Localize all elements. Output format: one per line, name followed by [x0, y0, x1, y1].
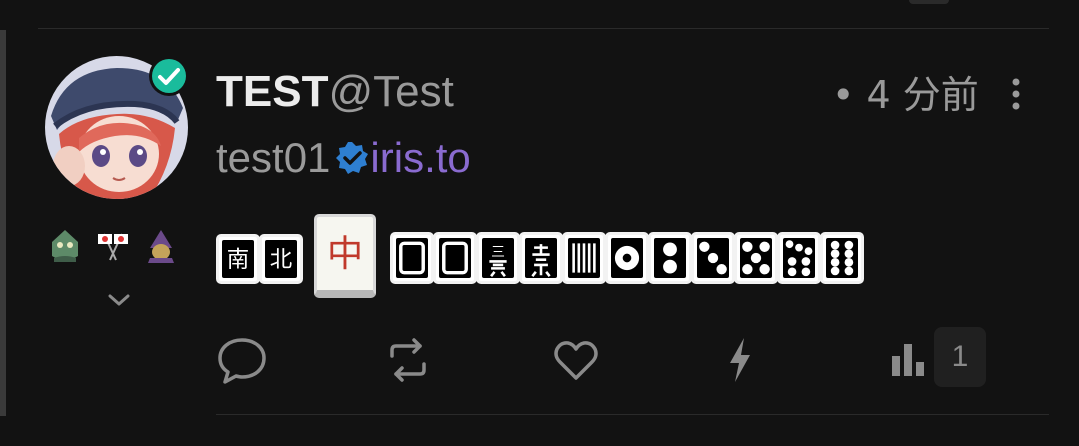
lightning-icon[interactable] [712, 332, 768, 388]
mahjong-north-tile: 北 [259, 234, 303, 284]
repost-icon[interactable] [380, 332, 436, 388]
previous-item-edge [909, 0, 949, 4]
crossed-flags-icon[interactable] [96, 228, 130, 264]
nip05-user: test01 [216, 134, 331, 181]
mahjong-bamboo-tile [562, 232, 606, 284]
wizard-badge-icon[interactable] [144, 228, 178, 264]
mahjong-character-tile: 三 [476, 232, 520, 284]
mahjong-white-dragon-tile [433, 232, 477, 284]
mahjong-dots-tile [691, 232, 735, 284]
svg-text:南: 南 [227, 247, 249, 273]
mahjong-character-tile [519, 232, 563, 284]
mahjong-white-dragon-tile [390, 232, 434, 284]
mahjong-dots-tile [734, 232, 778, 284]
top-divider [38, 28, 1049, 29]
nip05-verified-icon [336, 142, 369, 174]
more-vertical-icon[interactable] [1006, 76, 1026, 112]
verified-check-icon [148, 55, 190, 97]
stats-count[interactable]: 1 [934, 327, 986, 387]
author-name-line[interactable]: TEST@Test [216, 66, 454, 118]
mahjong-dots-tile [648, 232, 692, 284]
mahjong-south-tile: 南 [216, 234, 260, 284]
thread-line [0, 30, 6, 416]
svg-text:北: 北 [270, 247, 292, 273]
mahjong-red-dragon-tile: 中 [314, 214, 376, 298]
bar-chart-icon[interactable] [880, 332, 936, 388]
display-name[interactable]: TEST [216, 67, 328, 116]
mahjong-dots-tile [820, 232, 864, 284]
chevron-down-icon[interactable] [106, 290, 132, 310]
user-handle[interactable]: @Test [328, 67, 453, 116]
heart-icon[interactable] [548, 332, 604, 388]
nip05-identifier[interactable]: test01 iris.to [216, 133, 471, 183]
mahjong-dots-tile [605, 232, 649, 284]
bottom-divider [216, 414, 1049, 415]
post-time: • 4 分前 [832, 73, 979, 117]
mahjong-dots-tile [777, 232, 821, 284]
svg-text:三: 三 [491, 244, 505, 260]
svg-text:中: 中 [327, 232, 363, 275]
badge-row [48, 226, 178, 266]
comment-icon[interactable] [214, 332, 270, 388]
goblin-badge-icon[interactable] [48, 228, 82, 264]
nip05-domain: iris.to [370, 134, 471, 181]
